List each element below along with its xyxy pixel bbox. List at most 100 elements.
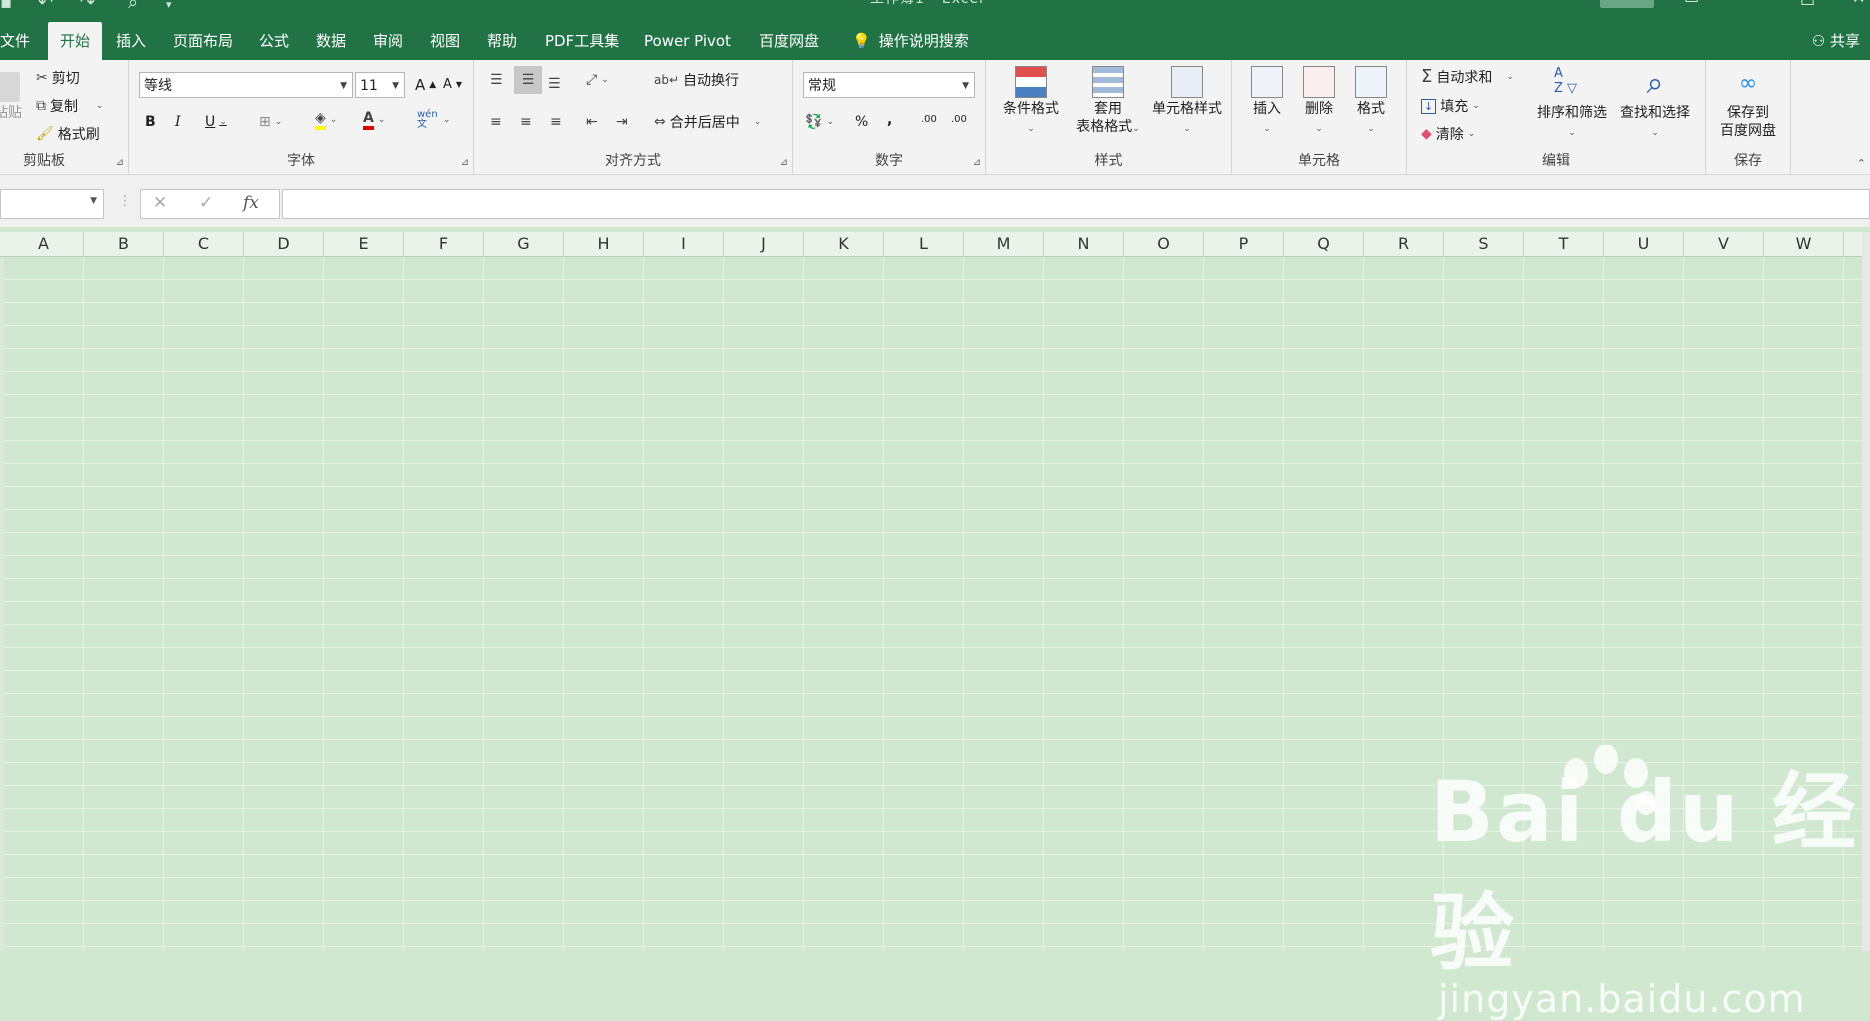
column-header-s[interactable]: S (1444, 232, 1524, 256)
enter-icon[interactable]: ✓ (199, 193, 213, 213)
comma-button[interactable]: , (887, 112, 892, 128)
font-size-combo[interactable]: 11 ▼ (355, 72, 405, 98)
column-header-h[interactable]: H (564, 232, 644, 256)
format-as-table-button[interactable]: 套用 表格格式⌄ (1070, 66, 1146, 138)
format-painter-button[interactable]: 🖌 格式刷 (36, 124, 100, 144)
decrease-indent-button[interactable]: ⇤ (586, 114, 598, 130)
borders-button[interactable]: ⊞ ⌄ (259, 114, 282, 130)
font-name-combo[interactable]: 等线 ▼ (139, 72, 353, 98)
share-button[interactable]: ⚇ 共享 (1812, 22, 1860, 60)
align-top-button[interactable]: ☰ (490, 72, 503, 88)
paste-button[interactable]: 粘贴 (0, 72, 28, 122)
redo-icon[interactable]: ↷ (80, 0, 95, 13)
column-header-g[interactable]: G (484, 232, 564, 256)
orientation-button[interactable]: ⤢ ⌄ (586, 72, 609, 88)
sort-filter-button[interactable]: AZ ▽ 排序和筛选 ⌄ (1531, 66, 1613, 142)
cell-styles-button[interactable]: 单元格样式 ⌄ (1144, 66, 1230, 138)
close-icon[interactable]: ✕ (1852, 0, 1865, 7)
phonetic-button[interactable]: wén 文 ⌄ (417, 110, 451, 130)
column-header-v[interactable]: V (1684, 232, 1764, 256)
tab-baidu-netdisk[interactable]: 百度网盘 (753, 22, 825, 60)
fill-color-button[interactable]: ◈ ⌄ (315, 110, 337, 130)
wrap-text-button[interactable]: ab↵ 自动换行 (654, 70, 739, 90)
column-header-t[interactable]: T (1524, 232, 1604, 256)
increase-decimal-button[interactable]: .00 (921, 114, 937, 125)
save-to-baidu-button[interactable]: ∞ 保存到 百度网盘 (1710, 66, 1786, 140)
column-header-u[interactable]: U (1604, 232, 1684, 256)
tab-file[interactable]: 文件 (0, 22, 36, 60)
cancel-icon[interactable]: ✕ (153, 193, 167, 213)
clipboard-launcher-icon[interactable]: ⊿ (116, 157, 124, 168)
align-center-button[interactable]: ≡ (520, 114, 532, 130)
column-header-a[interactable]: A (4, 232, 84, 256)
align-middle-button[interactable]: ☰ (514, 66, 542, 94)
conditional-format-button[interactable]: 条件格式 ⌄ (996, 66, 1066, 138)
align-right-button[interactable]: ≡ (550, 114, 562, 130)
chevron-down-icon[interactable]: ▼ (90, 196, 97, 206)
fill-button[interactable]: ↓ 填充 ⌄ (1421, 96, 1480, 116)
save-icon[interactable]: ▪ (0, 0, 12, 13)
column-header-m[interactable]: M (964, 232, 1044, 256)
align-bottom-button[interactable]: ☰ (548, 76, 561, 92)
qat-customize-icon[interactable]: ▾ (166, 0, 172, 11)
find-select-button[interactable]: ⌕ 查找和选择 ⌄ (1613, 66, 1697, 142)
number-format-combo[interactable]: 常规 ▼ (803, 72, 975, 98)
grow-font-button[interactable]: A ▲ (415, 76, 436, 94)
tab-power-pivot[interactable]: Power Pivot (638, 22, 737, 60)
copy-button[interactable]: ⧉ 复制 ⌄ (36, 96, 104, 116)
drag-handle-icon[interactable]: ⋮ (118, 193, 132, 209)
column-header-d[interactable]: D (244, 232, 324, 256)
column-header-l[interactable]: L (884, 232, 964, 256)
column-header-n[interactable]: N (1044, 232, 1124, 256)
percent-button[interactable]: % (855, 114, 868, 130)
shrink-font-button[interactable]: A ▼ (443, 77, 462, 92)
column-header-j[interactable]: J (724, 232, 804, 256)
merge-center-button[interactable]: ⇔ 合并后居中 ⌄ (654, 112, 761, 132)
maximize-icon[interactable]: □ (1800, 0, 1815, 7)
tab-view[interactable]: 视图 (424, 22, 466, 60)
decrease-decimal-button[interactable]: .00 (951, 114, 967, 125)
font-launcher-icon[interactable]: ⊿ (461, 157, 469, 168)
print-preview-icon[interactable]: ⌕ (128, 0, 138, 13)
accounting-format-button[interactable]: 💱 ⌄ (805, 114, 834, 130)
autosum-button[interactable]: Σ 自动求和 ⌄ (1421, 66, 1514, 87)
column-header-o[interactable]: O (1124, 232, 1204, 256)
underline-button[interactable]: U ⌄ (205, 114, 227, 130)
undo-icon[interactable]: ↶ (38, 0, 53, 13)
tab-formulas[interactable]: 公式 (253, 22, 295, 60)
alignment-launcher-icon[interactable]: ⊿ (780, 157, 788, 168)
ribbon-display-icon[interactable]: ▭ (1684, 0, 1699, 7)
tab-insert[interactable]: 插入 (110, 22, 152, 60)
column-header-k[interactable]: K (804, 232, 884, 256)
tell-me-search[interactable]: 💡 操作说明搜索 (846, 22, 975, 60)
number-launcher-icon[interactable]: ⊿ (973, 157, 981, 168)
formula-input[interactable] (282, 189, 1870, 219)
collapse-ribbon-icon[interactable]: ⌃ (1857, 157, 1866, 170)
column-header-i[interactable]: I (644, 232, 724, 256)
column-header-e[interactable]: E (324, 232, 404, 256)
clear-button[interactable]: ◆ 清除 ⌄ (1421, 124, 1475, 144)
insert-function-icon[interactable]: fx (243, 193, 259, 213)
tab-pdf-tools[interactable]: PDF工具集 (539, 22, 625, 60)
font-color-button[interactable]: A ⌄ (363, 110, 385, 130)
column-header-p[interactable]: P (1204, 232, 1284, 256)
column-header-q[interactable]: Q (1284, 232, 1364, 256)
column-header-c[interactable]: C (164, 232, 244, 256)
italic-button[interactable]: I (175, 114, 181, 130)
tab-review[interactable]: 审阅 (367, 22, 409, 60)
column-header-r[interactable]: R (1364, 232, 1444, 256)
column-header-f[interactable]: F (404, 232, 484, 256)
tab-data[interactable]: 数据 (310, 22, 352, 60)
column-header-w[interactable]: W (1764, 232, 1844, 256)
tab-help[interactable]: 帮助 (481, 22, 523, 60)
column-header-b[interactable]: B (84, 232, 164, 256)
increase-indent-button[interactable]: ⇥ (616, 114, 628, 130)
tab-page-layout[interactable]: 页面布局 (167, 22, 239, 60)
cut-button[interactable]: ✂ 剪切 (36, 68, 80, 88)
insert-cells-button[interactable]: 插入 ⌄ (1244, 66, 1290, 138)
login-button[interactable] (1600, 0, 1654, 8)
minimize-icon[interactable]: — (1744, 0, 1760, 7)
format-cells-button[interactable]: 格式 ⌄ (1348, 66, 1394, 138)
delete-cells-button[interactable]: 删除 ⌄ (1296, 66, 1342, 138)
bold-button[interactable]: B (145, 114, 156, 130)
